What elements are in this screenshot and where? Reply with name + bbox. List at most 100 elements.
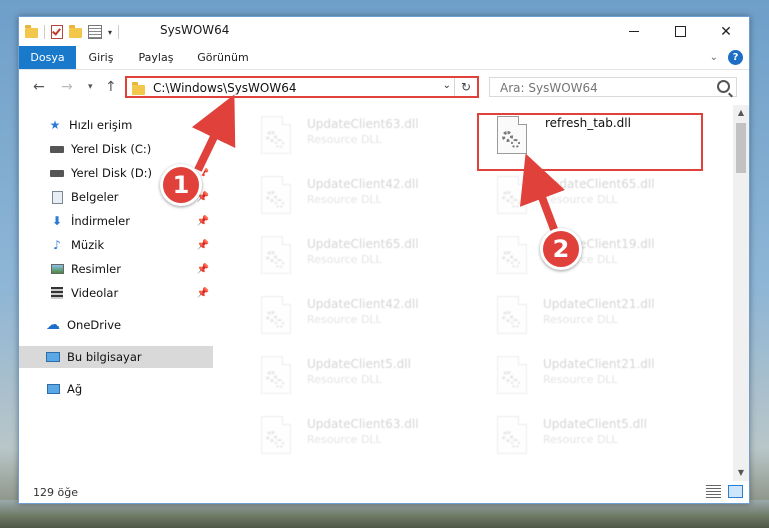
- pin-icon[interactable]: 📌: [197, 240, 209, 251]
- file-type: Resource DLL: [543, 373, 618, 386]
- drive-icon: [49, 166, 65, 180]
- details-view-icon[interactable]: [706, 485, 721, 498]
- file-name: UpdateClient63.dll: [307, 417, 419, 431]
- folder-icon: [132, 82, 145, 95]
- star-icon: ★: [49, 118, 61, 132]
- scroll-down-icon[interactable]: ▼: [733, 465, 749, 481]
- computer-icon: [45, 350, 61, 364]
- maximize-button[interactable]: [657, 17, 703, 46]
- scrollbar-thumb[interactable]: [736, 123, 746, 173]
- file-name: UpdateClient65.dll: [307, 237, 419, 251]
- search-icon[interactable]: [717, 80, 730, 93]
- sidebar-item-videos[interactable]: Videolar 📌: [19, 282, 213, 304]
- tab-view[interactable]: Görünüm: [193, 46, 253, 69]
- file-type: Resource DLL: [307, 253, 382, 266]
- refresh-icon[interactable]: ↻: [454, 78, 477, 96]
- properties-check-icon[interactable]: [51, 25, 63, 39]
- sidebar-item-music[interactable]: ♪ Müzik 📌: [19, 234, 213, 256]
- window-title: SysWOW64: [160, 23, 230, 37]
- forward-arrow-icon[interactable]: →: [61, 79, 73, 95]
- file-highlight-box: [477, 113, 703, 171]
- back-arrow-icon[interactable]: ←: [33, 79, 45, 95]
- minimize-icon: [629, 31, 639, 32]
- view-options-icon[interactable]: [88, 25, 102, 39]
- file-type: Resource DLL: [543, 313, 618, 326]
- list-item[interactable]: UpdateClient65.dll Resource DLL: [251, 232, 481, 288]
- file-type: Resource DLL: [307, 433, 382, 446]
- file-name: UpdateClient63.dll: [307, 117, 419, 131]
- list-item[interactable]: UpdateClient19.dll Resource DLL: [487, 232, 717, 288]
- sidebar-item-this-pc[interactable]: Bu bilgisayar: [19, 346, 213, 368]
- chevron-down-icon[interactable]: ⌄: [443, 80, 451, 91]
- desktop-background: [0, 500, 769, 528]
- sidebar-item-quick-access[interactable]: ★ Hızlı erişim: [19, 114, 213, 136]
- dll-file-icon: [261, 116, 291, 154]
- close-icon: ✕: [720, 23, 732, 40]
- pictures-icon: [49, 262, 65, 276]
- file-type: Resource DLL: [543, 193, 618, 206]
- vertical-scrollbar[interactable]: ▲ ▼: [733, 105, 749, 481]
- network-icon: [45, 382, 61, 396]
- sidebar-item-label: Müzik: [71, 238, 105, 252]
- help-icon[interactable]: ?: [728, 50, 743, 65]
- list-item[interactable]: UpdateClient63.dll Resource DLL: [251, 112, 481, 168]
- videos-icon: [49, 286, 65, 300]
- sidebar-item-label: Belgeler: [71, 190, 119, 204]
- list-item[interactable]: UpdateClient65.dll Resource DLL: [487, 172, 717, 228]
- ribbon-tabs: Dosya Giriş Paylaş Görünüm ⌄ ?: [19, 46, 749, 70]
- tab-home[interactable]: Giriş: [81, 46, 121, 69]
- dll-file-icon: [497, 176, 527, 214]
- sidebar-item-onedrive[interactable]: ☁ OneDrive: [19, 314, 213, 336]
- sidebar-item-label: Videolar: [71, 286, 119, 300]
- documents-icon: [49, 190, 65, 204]
- item-count: 129 öğe: [33, 486, 78, 499]
- step-marker-2: 2: [540, 228, 582, 270]
- status-bar: 129 öğe: [19, 481, 749, 503]
- chevron-down-icon[interactable]: ⌄: [710, 52, 718, 63]
- sidebar-item-downloads[interactable]: ⬇ İndirmeler 📌: [19, 210, 213, 232]
- sidebar-item-label: Yerel Disk (D:): [71, 166, 153, 180]
- cloud-icon: ☁: [46, 317, 60, 333]
- scroll-up-icon[interactable]: ▲: [733, 105, 749, 121]
- tiles-view-icon[interactable]: [728, 485, 743, 498]
- list-item[interactable]: UpdateClient21.dll Resource DLL: [487, 352, 717, 408]
- sidebar-item-local-disk-c[interactable]: Yerel Disk (C:): [19, 138, 213, 160]
- chevron-down-icon[interactable]: ▾: [108, 28, 112, 37]
- quick-access-toolbar: ▾: [25, 23, 120, 41]
- up-arrow-icon[interactable]: ↑: [105, 79, 117, 95]
- list-item[interactable]: UpdateClient21.dll Resource DLL: [487, 292, 717, 348]
- sidebar-item-pictures[interactable]: Resimler 📌: [19, 258, 213, 280]
- music-icon: ♪: [53, 238, 61, 252]
- ribbon-controls: ⌄ ?: [710, 50, 743, 65]
- address-path[interactable]: C:\Windows\SysWOW64: [153, 81, 297, 95]
- file-name: UpdateClient65.dll: [543, 177, 655, 191]
- new-folder-icon[interactable]: [69, 25, 82, 38]
- pin-icon[interactable]: 📌: [197, 264, 209, 275]
- list-item[interactable]: UpdateClient42.dll Resource DLL: [251, 172, 481, 228]
- pin-icon[interactable]: 📌: [197, 288, 209, 299]
- title-bar: ▾ SysWOW64 ✕: [19, 17, 749, 46]
- sidebar-item-label: Hızlı erişim: [69, 118, 133, 132]
- sidebar-item-label: OneDrive: [67, 318, 122, 332]
- list-item[interactable]: UpdateClient5.dll Resource DLL: [487, 412, 717, 468]
- file-name: UpdateClient42.dll: [307, 297, 419, 311]
- list-item[interactable]: UpdateClient5.dll Resource DLL: [251, 352, 481, 408]
- file-type: Resource DLL: [307, 133, 382, 146]
- sidebar-item-network[interactable]: Ağ: [19, 378, 213, 400]
- drive-icon: [49, 142, 65, 156]
- list-item[interactable]: UpdateClient42.dll Resource DLL: [251, 292, 481, 348]
- address-bar[interactable]: C:\Windows\SysWOW64 ⌄ ↻: [125, 76, 479, 98]
- pin-icon[interactable]: 📌: [197, 216, 209, 227]
- close-button[interactable]: ✕: [703, 17, 749, 46]
- file-explorer-window: ▾ SysWOW64 ✕ Dosya Giriş Paylaş Görünüm …: [18, 16, 750, 504]
- step-marker-1: 1: [160, 164, 202, 206]
- recent-locations-chevron-icon[interactable]: ▾: [88, 82, 93, 92]
- search-box[interactable]: [489, 77, 737, 97]
- search-input[interactable]: [498, 79, 702, 97]
- minimize-button[interactable]: [611, 17, 657, 46]
- tab-file[interactable]: Dosya: [19, 46, 76, 69]
- toolbar-separator: [44, 25, 45, 39]
- list-item[interactable]: UpdateClient63.dll Resource DLL: [251, 412, 481, 468]
- tab-share[interactable]: Paylaş: [131, 46, 181, 69]
- dll-file-icon: [497, 416, 527, 454]
